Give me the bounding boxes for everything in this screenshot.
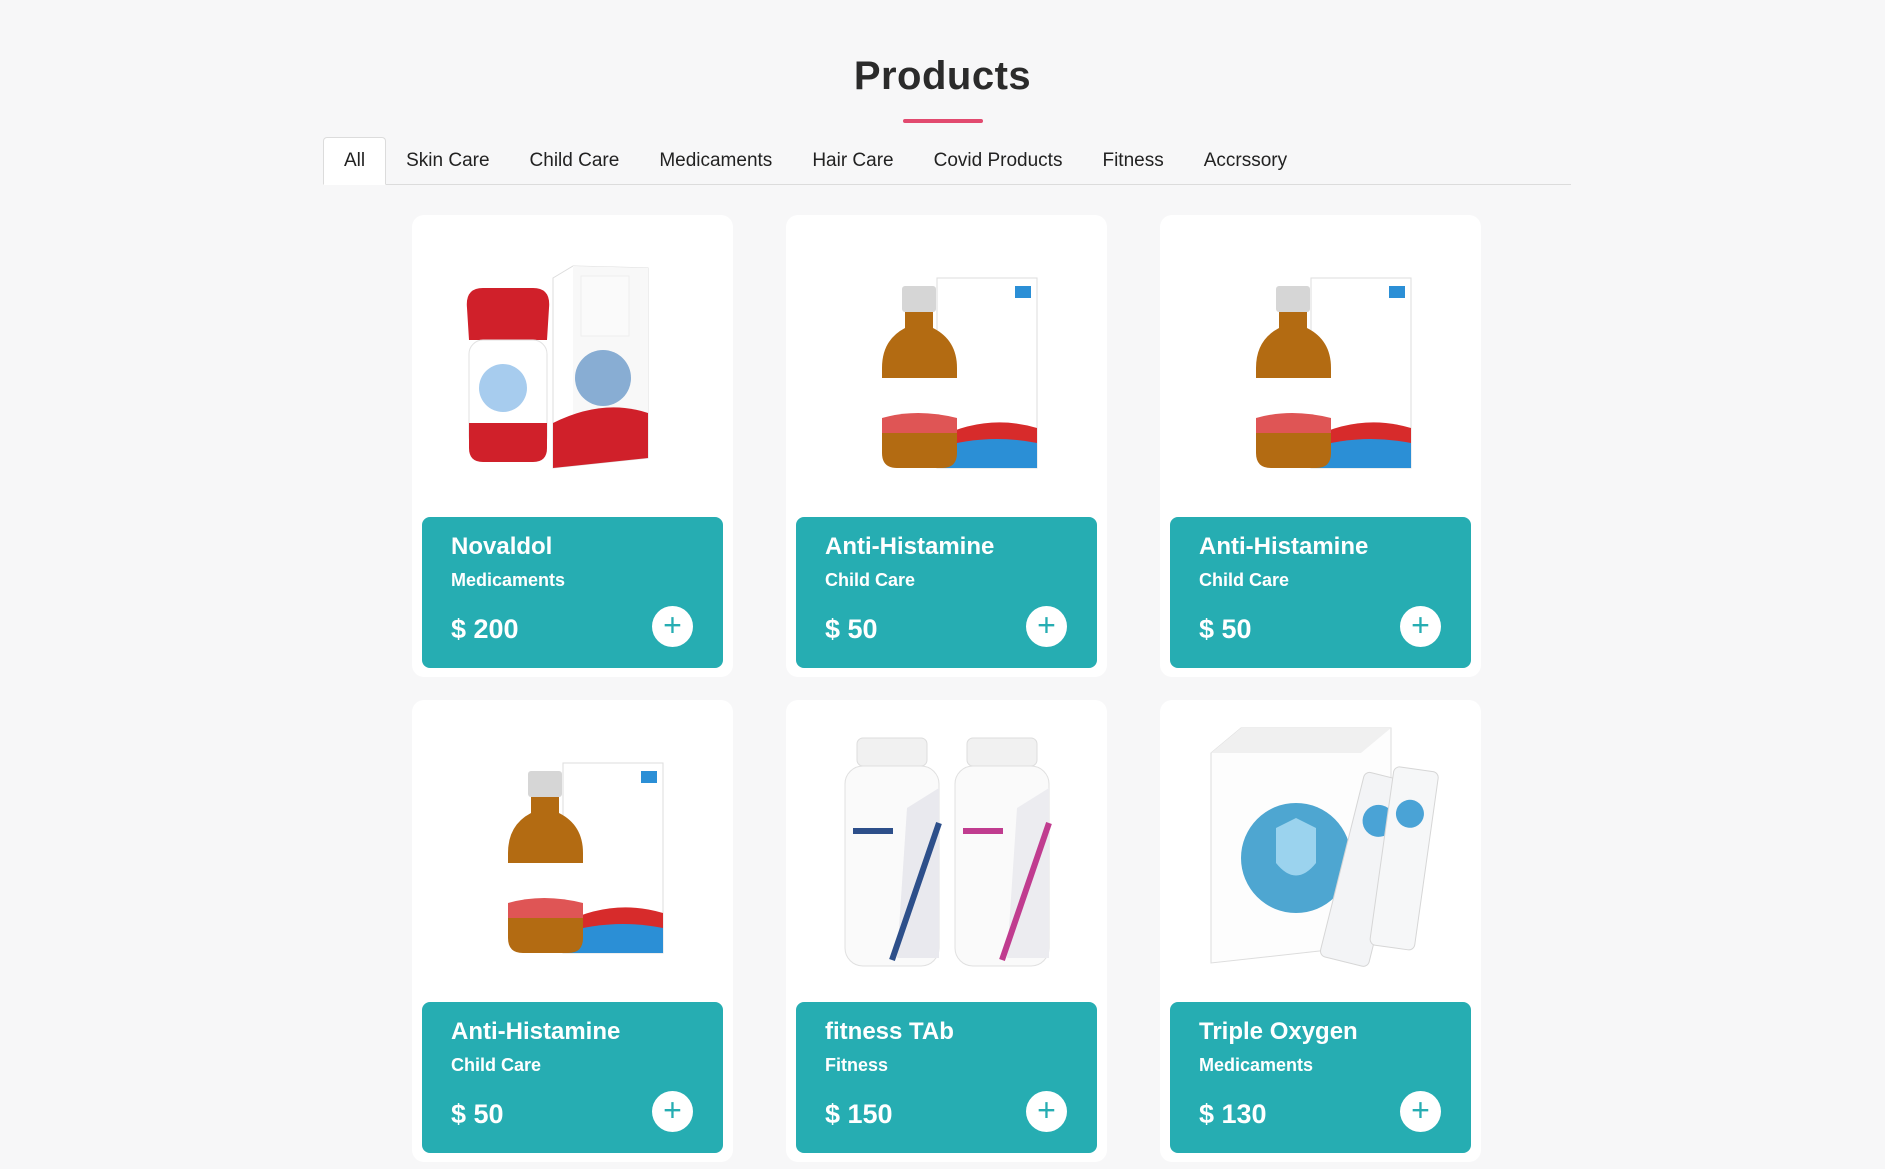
product-info: Novaldol Medicaments $ 200 + xyxy=(422,517,723,668)
tab-skin-care[interactable]: Skin Care xyxy=(386,137,509,185)
tab-all[interactable]: All xyxy=(323,137,387,185)
product-category: Child Care xyxy=(825,570,916,590)
add-to-cart-button[interactable]: + xyxy=(1400,1091,1441,1132)
supplement-jars-icon xyxy=(844,737,1052,966)
product-card[interactable]: Anti-Histamine Child Care $ 50 + xyxy=(1160,215,1481,677)
product-category: Medicaments xyxy=(451,570,566,590)
lotion-bottle-and-box-icon xyxy=(466,264,648,469)
product-info: Anti-Histamine Child Care $ 50 + xyxy=(1170,517,1471,668)
category-tabs: All Skin Care Child Care Medicaments Hai… xyxy=(323,137,1571,185)
product-info: fitness TAb Fitness $ 150 + xyxy=(796,1002,1097,1153)
syrup-bottle-and-box-icon xyxy=(881,277,1037,468)
product-image xyxy=(422,225,723,510)
tab-covid-products[interactable]: Covid Products xyxy=(914,137,1083,185)
powder-sachet-box-icon xyxy=(1210,727,1439,967)
product-image xyxy=(1170,225,1471,510)
title-underline xyxy=(902,119,983,123)
product-price: $ 50 xyxy=(825,614,878,644)
product-info: Triple Oxygen Medicaments $ 130 + xyxy=(1170,1002,1471,1153)
product-card[interactable]: Anti-Histamine Child Care $ 50 + xyxy=(412,700,733,1162)
product-name: fitness TAb xyxy=(825,1018,954,1045)
add-to-cart-button[interactable]: + xyxy=(652,1091,693,1132)
page-header: Products xyxy=(0,54,1885,123)
product-grid: Novaldol Medicaments $ 200 + Anti-Histam… xyxy=(412,215,1481,1162)
add-to-cart-button[interactable]: + xyxy=(1400,606,1441,647)
product-price: $ 130 xyxy=(1199,1099,1267,1129)
product-card[interactable]: Anti-Histamine Child Care $ 50 + xyxy=(786,215,1107,677)
tab-fitness[interactable]: Fitness xyxy=(1082,137,1183,185)
add-to-cart-button[interactable]: + xyxy=(1026,1091,1067,1132)
page-title: Products xyxy=(853,54,1032,98)
product-price: $ 150 xyxy=(825,1099,893,1129)
product-image xyxy=(796,710,1097,995)
product-card[interactable]: fitness TAb Fitness $ 150 + xyxy=(786,700,1107,1162)
product-card[interactable]: Triple Oxygen Medicaments $ 130 + xyxy=(1160,700,1481,1162)
product-card[interactable]: Novaldol Medicaments $ 200 + xyxy=(412,215,733,677)
tab-accessory[interactable]: Accrssory xyxy=(1184,137,1307,185)
syrup-bottle-and-box-icon xyxy=(507,762,663,953)
product-name: Triple Oxygen xyxy=(1199,1018,1358,1045)
tab-hair-care[interactable]: Hair Care xyxy=(792,137,913,185)
add-to-cart-button[interactable]: + xyxy=(1026,606,1067,647)
product-category: Medicaments xyxy=(1199,1055,1314,1075)
product-category: Child Care xyxy=(451,1055,542,1075)
product-name: Novaldol xyxy=(451,533,553,560)
product-price: $ 50 xyxy=(1199,614,1252,644)
product-category: Fitness xyxy=(825,1055,889,1075)
product-info: Anti-Histamine Child Care $ 50 + xyxy=(422,1002,723,1153)
tab-child-care[interactable]: Child Care xyxy=(510,137,640,185)
product-price: $ 200 xyxy=(451,614,519,644)
product-name: Anti-Histamine xyxy=(825,533,995,560)
product-image xyxy=(796,225,1097,510)
syrup-bottle-and-box-icon xyxy=(1255,277,1411,468)
product-price: $ 50 xyxy=(451,1099,504,1129)
product-image xyxy=(1170,710,1471,995)
product-image xyxy=(422,710,723,995)
product-name: Anti-Histamine xyxy=(1199,533,1369,560)
product-category: Child Care xyxy=(1199,570,1290,590)
tab-medicaments[interactable]: Medicaments xyxy=(639,137,792,185)
product-name: Anti-Histamine xyxy=(451,1018,621,1045)
add-to-cart-button[interactable]: + xyxy=(652,606,693,647)
product-info: Anti-Histamine Child Care $ 50 + xyxy=(796,517,1097,668)
